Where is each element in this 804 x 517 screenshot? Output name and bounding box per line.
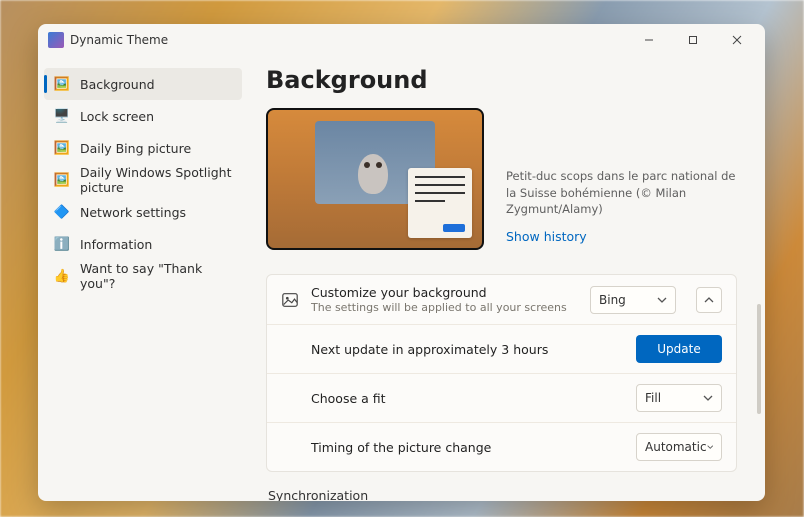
diamond-icon: 🔷	[54, 204, 70, 220]
timing-label: Timing of the picture change	[311, 440, 624, 455]
window-controls	[627, 25, 759, 55]
fit-label: Choose a fit	[311, 391, 624, 406]
sidebar-item-label: Network settings	[80, 205, 186, 220]
sidebar-item-information[interactable]: ℹ️ Information	[44, 228, 242, 260]
timing-value: Automatic	[645, 440, 707, 454]
customize-subtitle: The settings will be applied to all your…	[311, 301, 578, 314]
page-title: Background	[266, 66, 737, 94]
source-select[interactable]: Bing	[590, 286, 676, 314]
wallpaper-caption: Petit-duc scops dans le parc national de…	[506, 168, 737, 218]
window-title: Dynamic Theme	[70, 33, 168, 47]
content-area: Background Petit-duc scops dans le parc …	[248, 56, 765, 501]
chevron-down-icon	[703, 393, 713, 403]
titlebar: Dynamic Theme	[38, 24, 765, 56]
chevron-down-icon	[707, 442, 713, 452]
maximize-button[interactable]	[671, 25, 715, 55]
picture-icon: 🖼️	[54, 140, 70, 156]
sidebar-item-network[interactable]: 🔷 Network settings	[44, 196, 242, 228]
app-icon	[48, 32, 64, 48]
wallpaper-preview	[266, 108, 484, 250]
sidebar-item-lockscreen[interactable]: 🖥️ Lock screen	[44, 100, 242, 132]
chevron-down-icon	[657, 295, 667, 305]
maximize-icon	[688, 35, 698, 45]
close-button[interactable]	[715, 25, 759, 55]
sidebar-item-label: Background	[80, 77, 155, 92]
preview-overlay-card	[408, 168, 472, 238]
monitor-icon: 🖥️	[54, 108, 70, 124]
sidebar-item-label: Information	[80, 237, 152, 252]
customize-panel: Customize your background The settings w…	[266, 274, 737, 472]
update-button[interactable]: Update	[636, 335, 722, 363]
chevron-up-icon	[704, 295, 714, 305]
fit-select[interactable]: Fill	[636, 384, 722, 412]
sidebar-item-label: Want to say "Thank you"?	[80, 261, 232, 291]
picture-icon	[281, 291, 299, 309]
close-icon	[732, 35, 742, 45]
owl-illustration	[358, 154, 388, 194]
sidebar: 🖼️ Background 🖥️ Lock screen 🖼️ Daily Bi…	[38, 56, 248, 501]
sidebar-item-background[interactable]: 🖼️ Background	[44, 68, 242, 100]
sidebar-item-thankyou[interactable]: 👍 Want to say "Thank you"?	[44, 260, 242, 292]
info-icon: ℹ️	[54, 236, 70, 252]
show-history-link[interactable]: Show history	[506, 228, 587, 246]
next-update-label: Next update in approximately 3 hours	[311, 342, 624, 357]
app-window: Dynamic Theme 🖼️ Background 🖥️ Lock scre…	[38, 24, 765, 501]
sidebar-item-daily-bing[interactable]: 🖼️ Daily Bing picture	[44, 132, 242, 164]
sidebar-item-daily-spotlight[interactable]: 🖼️ Daily Windows Spotlight picture	[44, 164, 242, 196]
timing-select[interactable]: Automatic	[636, 433, 722, 461]
sync-section-label: Synchronization	[268, 488, 737, 501]
thumbsup-icon: 👍	[54, 268, 70, 284]
picture-icon: 🖼️	[54, 76, 70, 92]
customize-expander[interactable]	[696, 287, 722, 313]
picture-icon: 🖼️	[54, 172, 70, 188]
minimize-icon	[644, 35, 654, 45]
sidebar-item-label: Daily Windows Spotlight picture	[80, 165, 232, 195]
customize-title: Customize your background	[311, 285, 578, 300]
sidebar-item-label: Daily Bing picture	[80, 141, 191, 156]
minimize-button[interactable]	[627, 25, 671, 55]
source-value: Bing	[599, 293, 626, 307]
scrollbar[interactable]	[757, 304, 761, 414]
sidebar-item-label: Lock screen	[80, 109, 154, 124]
fit-value: Fill	[645, 391, 661, 405]
